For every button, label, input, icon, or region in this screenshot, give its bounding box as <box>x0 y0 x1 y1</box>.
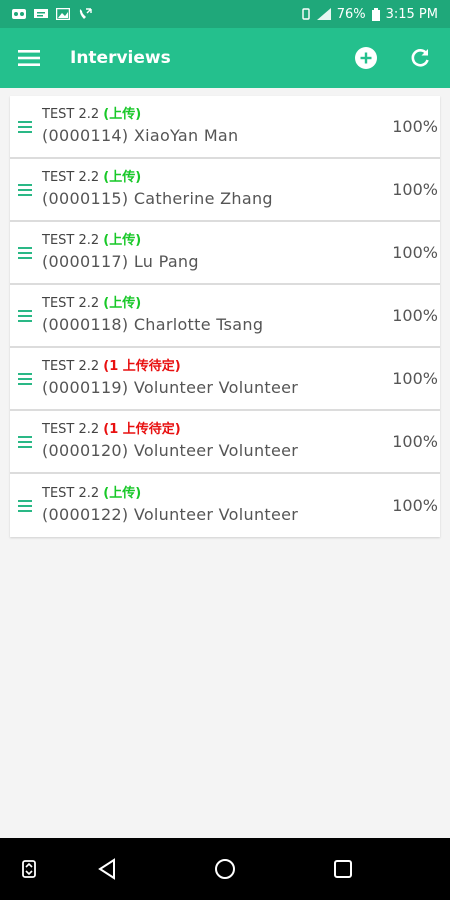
signal-icon <box>316 8 331 20</box>
drag-handle-icon <box>18 499 32 512</box>
drag-handle[interactable] <box>10 348 40 409</box>
survey-line: TEST 2.2 (上传) <box>42 485 378 503</box>
hamburger-menu-icon <box>18 50 40 66</box>
message-icon <box>34 9 48 18</box>
drag-handle[interactable] <box>10 96 40 157</box>
survey-name: TEST 2.2 <box>42 232 100 248</box>
missed-call-icon <box>79 8 92 19</box>
interview-row[interactable]: TEST 2.2 (上传) (0000118) Charlotte Tsang … <box>10 285 440 348</box>
image-icon <box>56 8 70 20</box>
nav-toggle-button[interactable] <box>14 838 44 900</box>
interview-row[interactable]: TEST 2.2 (上传) (0000115) Catherine Zhang … <box>10 159 440 222</box>
completion-percent: 100% <box>392 117 438 136</box>
completion-percent: 100% <box>392 243 438 262</box>
drag-handle[interactable] <box>10 474 40 537</box>
recents-icon <box>334 860 352 878</box>
completion-percent: 100% <box>392 180 438 199</box>
interview-info: TEST 2.2 (1 上传待定) (0000120) Volunteer Vo… <box>40 421 378 463</box>
upload-status: (1 上传待定) <box>103 358 181 374</box>
upload-status: (上传) <box>103 169 142 185</box>
drag-handle[interactable] <box>10 159 40 220</box>
survey-line: TEST 2.2 (上传) <box>42 295 378 313</box>
survey-name: TEST 2.2 <box>42 106 100 122</box>
drag-handle-icon <box>18 183 32 196</box>
voicemail-icon <box>12 9 26 19</box>
respondent-name: (0000119) Volunteer Volunteer <box>42 377 299 397</box>
survey-name: TEST 2.2 <box>42 485 100 501</box>
interview-info: TEST 2.2 (上传) (0000114) XiaoYan Man <box>40 106 378 148</box>
home-button[interactable] <box>208 838 242 900</box>
respondent-name: (0000115) Catherine Zhang <box>42 188 273 208</box>
back-icon <box>98 858 115 880</box>
battery-icon <box>371 7 380 21</box>
survey-name: TEST 2.2 <box>42 295 100 311</box>
completion-percent: 100% <box>392 369 438 388</box>
survey-name: TEST 2.2 <box>42 421 100 437</box>
survey-name: TEST 2.2 <box>42 358 100 374</box>
interview-row[interactable]: TEST 2.2 (上传) (0000117) Lu Pang 100% <box>10 222 440 285</box>
respondent-name: (0000117) Lu Pang <box>42 251 199 271</box>
home-icon <box>215 859 235 879</box>
completion-percent: 100% <box>392 432 438 451</box>
interview-info: TEST 2.2 (上传) (0000122) Volunteer Volunt… <box>40 485 378 527</box>
respondent-name: (0000118) Charlotte Tsang <box>42 314 264 334</box>
refresh-icon <box>411 48 429 67</box>
drag-handle-icon <box>18 435 32 448</box>
drag-handle[interactable] <box>10 285 40 346</box>
completion-percent: 100% <box>392 306 438 325</box>
navigation-bar <box>0 838 450 900</box>
toggle-nav-icon <box>22 860 36 878</box>
survey-line: TEST 2.2 (上传) <box>42 232 378 250</box>
upload-status: (1 上传待定) <box>103 421 181 437</box>
page-title: Interviews <box>70 48 171 68</box>
drag-handle-icon <box>18 372 32 385</box>
vibrate-icon <box>302 8 310 20</box>
interview-info: TEST 2.2 (上传) (0000118) Charlotte Tsang <box>40 295 378 337</box>
interview-row[interactable]: TEST 2.2 (1 上传待定) (0000120) Volunteer Vo… <box>10 411 440 474</box>
interview-info: TEST 2.2 (上传) (0000115) Catherine Zhang <box>40 169 378 211</box>
survey-line: TEST 2.2 (上传) <box>42 106 378 124</box>
survey-name: TEST 2.2 <box>42 169 100 185</box>
interview-info: TEST 2.2 (1 上传待定) (0000119) Volunteer Vo… <box>40 358 378 400</box>
upload-status: (上传) <box>103 295 142 311</box>
interview-row[interactable]: TEST 2.2 (上传) (0000114) XiaoYan Man 100% <box>10 96 440 159</box>
drag-handle-icon <box>18 246 32 259</box>
recents-button[interactable] <box>326 838 360 900</box>
interview-row[interactable]: TEST 2.2 (1 上传待定) (0000119) Volunteer Vo… <box>10 348 440 411</box>
survey-line: TEST 2.2 (1 上传待定) <box>42 421 378 439</box>
status-bar: 76% 3:15 PM <box>0 0 450 28</box>
drag-handle[interactable] <box>10 222 40 283</box>
drag-handle-icon <box>18 120 32 133</box>
interview-row[interactable]: TEST 2.2 (上传) (0000122) Volunteer Volunt… <box>10 474 440 537</box>
respondent-name: (0000120) Volunteer Volunteer <box>42 440 299 460</box>
drag-handle[interactable] <box>10 411 40 472</box>
back-button[interactable] <box>90 838 124 900</box>
add-interview-button[interactable] <box>350 42 382 74</box>
completion-percent: 100% <box>392 496 438 515</box>
survey-line: TEST 2.2 (1 上传待定) <box>42 358 378 376</box>
interview-list: TEST 2.2 (上传) (0000114) XiaoYan Man 100%… <box>10 96 440 537</box>
drag-handle-icon <box>18 309 32 322</box>
respondent-name: (0000122) Volunteer Volunteer <box>42 504 299 524</box>
refresh-button[interactable] <box>404 42 436 74</box>
add-circle-icon <box>355 47 377 69</box>
upload-status: (上传) <box>103 106 142 122</box>
system-status: 76% 3:15 PM <box>301 7 438 22</box>
battery-percent: 76% <box>336 6 366 22</box>
notification-icons <box>12 8 92 20</box>
menu-button[interactable] <box>18 42 44 74</box>
interview-info: TEST 2.2 (上传) (0000117) Lu Pang <box>40 232 378 274</box>
upload-status: (上传) <box>103 485 142 501</box>
app-bar: Interviews <box>0 28 450 88</box>
respondent-name: (0000114) XiaoYan Man <box>42 125 239 145</box>
clock: 3:15 PM <box>385 6 438 22</box>
upload-status: (上传) <box>103 232 142 248</box>
survey-line: TEST 2.2 (上传) <box>42 169 378 187</box>
